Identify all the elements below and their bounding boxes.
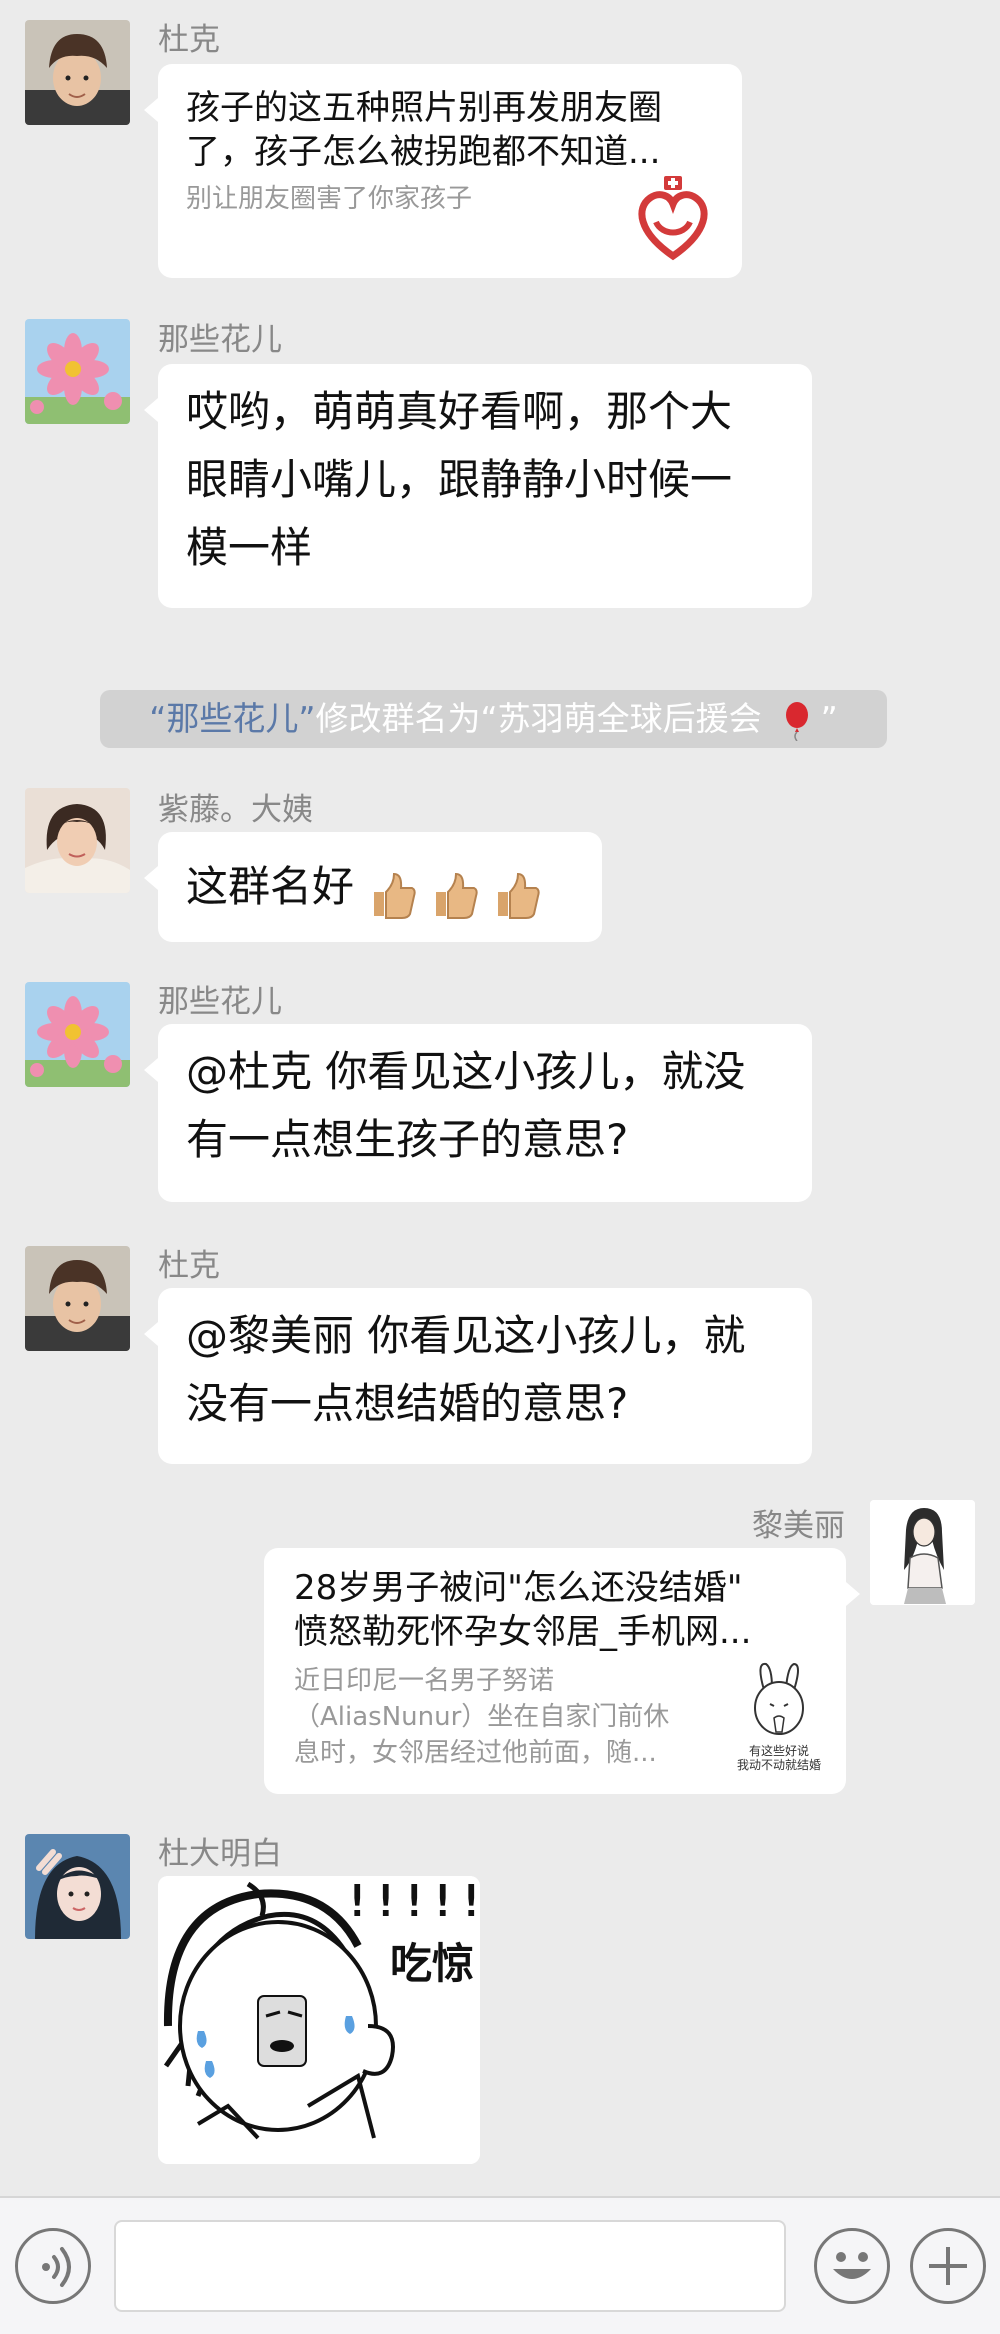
sticker-image[interactable]: !!!!!!! 吃惊 [158,1876,480,2164]
sender-name: 紫藤。大姨 [158,792,313,828]
avatar-flower[interactable] [25,982,130,1087]
rabbit-sticker-icon [754,1662,804,1735]
message-bubble[interactable]: 哎哟，萌萌真好看啊，那个大 眼睛小嘴儿，跟静静小时候一 模一样 [144,364,812,608]
message-bubble[interactable]: @杜克 你看见这小孩儿，就没 有一点想生孩子的意思? [144,1024,812,1202]
sender-name: 那些花儿 [158,322,282,358]
message-input[interactable] [114,2220,786,2312]
message-text-line: @杜克 你看见这小孩儿，就没 [186,1047,746,1096]
link-thumbnail: 有这些好说 我动不动就结婚 [734,1660,824,1772]
link-title-line2: 愤怒勒死怀孕女邻居_手机网... [294,1612,752,1652]
link-desc-line3: 息时，女邻居经过他前面，随... [294,1738,657,1768]
message-bubble[interactable]: @黎美丽 你看见这小孩儿，就 没有一点想结婚的意思? [144,1288,812,1464]
message-text-line: 哎哟，萌萌真好看啊，那个大 [186,387,733,436]
link-desc-line2: （AliasNunur）坐在自家门前休 [294,1702,670,1732]
thumbs-up-icon [494,865,540,919]
notice-action: 修改群名为“苏羽萌全球后援会 [315,699,762,738]
avatar-duke[interactable] [25,20,130,125]
avatar-aunt[interactable] [25,788,130,893]
voice-icon [42,2247,71,2287]
message-text-line: 有一点想生孩子的意思? [186,1115,629,1164]
avatar-limeili[interactable] [870,1500,975,1605]
link-desc-line1: 近日印尼一名男子努诺 [294,1666,555,1696]
message-text: 这群名好 [186,862,355,911]
sticker-marks: !!!!!!! [344,1876,480,1927]
sender-name: 黎美丽 [752,1508,845,1544]
avatar-dudamingbai[interactable] [25,1834,130,1939]
sticker-text: 吃惊 [390,1939,475,1988]
link-card[interactable]: 28岁男子被问"怎么还没结婚" 愤怒勒死怀孕女邻居_手机网... 近日印尼一名男… [264,1548,860,1794]
thumbs-up-icon [432,865,478,919]
balloon-icon [786,701,809,741]
link-description: 别让朋友圈害了你家孩子 [186,184,473,214]
sender-name: 那些花儿 [158,984,282,1020]
message-text-line: @黎美丽 你看见这小孩儿，就 [186,1311,746,1360]
sender-name: 杜克 [158,22,220,58]
sender-name: 杜克 [158,1248,220,1284]
sender-name: 杜大明白 [158,1836,282,1872]
add-button[interactable] [910,2228,986,2304]
message-text-line: 模一样 [186,523,313,572]
link-title-line1: 28岁男子被问"怎么还没结婚" [294,1568,743,1608]
link-title-line1: 孩子的这五种照片别再发朋友圈 [186,88,662,128]
thumbs-up-icon [370,865,416,919]
plus-icon [929,2247,967,2285]
avatar-duke[interactable] [25,1246,130,1351]
red-heart-cross-icon [628,174,718,264]
notice-user-link[interactable]: “那些花儿” [149,699,315,738]
emoji-button[interactable] [814,2228,890,2304]
voice-button[interactable] [15,2228,91,2304]
link-title-line2: 了，孩子怎么被拐跑都不知道... [186,132,661,172]
chat-area[interactable]: 杜克 孩子的这五种照片别再发朋友圈 了，孩子怎么被拐跑都不知道... 别让朋友圈… [0,0,1000,2196]
message-bubble[interactable]: 这群名好 [144,832,602,942]
system-notice: “那些花儿”修改群名为“苏羽萌全球后援会 ” [100,690,887,748]
thumb-caption1: 有这些好说 [748,1744,809,1758]
message-text-line: 眼睛小嘴儿，跟静静小时候一 [186,455,733,504]
avatar-flower[interactable] [25,319,130,424]
message-text-line: 没有一点想结婚的意思? [186,1379,629,1428]
input-bar [0,2196,1000,2334]
thumb-caption2: 我动不动就结婚 [736,1758,821,1772]
smiley-icon [833,2252,871,2279]
link-card[interactable]: 孩子的这五种照片别再发朋友圈 了，孩子怎么被拐跑都不知道... 别让朋友圈害了你… [144,64,742,278]
notice-tail: ” [810,699,838,738]
